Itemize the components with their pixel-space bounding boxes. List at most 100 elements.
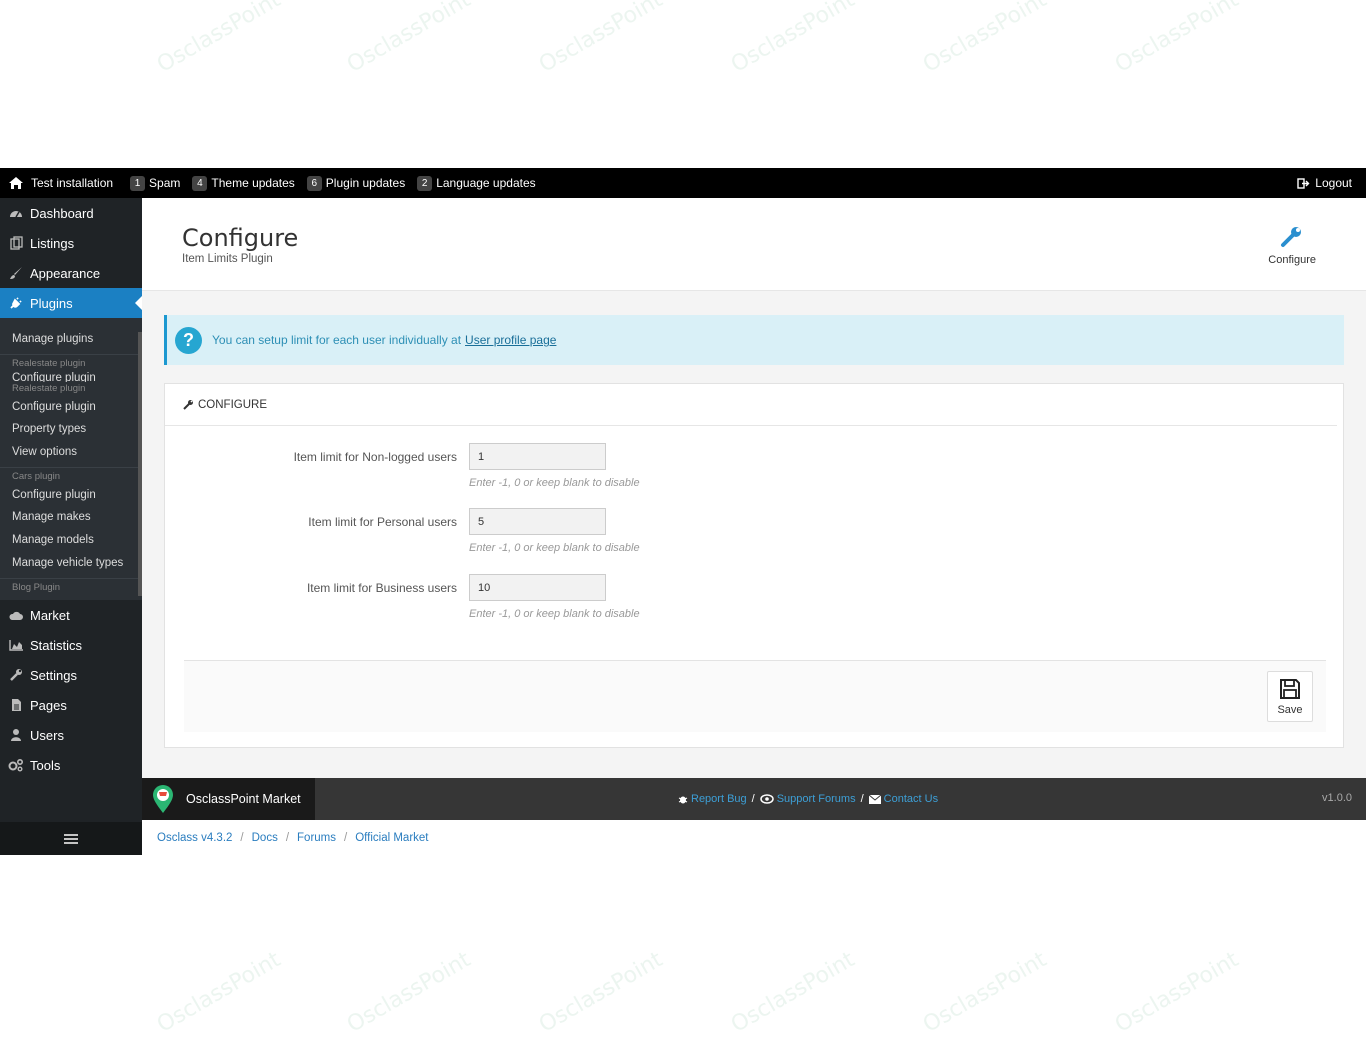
version-label: v1.0.0 (1322, 792, 1352, 804)
home-icon (9, 177, 23, 189)
submenu-manage-vehicle-types[interactable]: Manage vehicle types (0, 552, 142, 575)
footer-separator: / (751, 793, 755, 805)
question-icon: ? (175, 326, 202, 354)
sidebar-item-label: Users (30, 727, 64, 743)
wrench-icon (183, 400, 193, 410)
plugin-updates-badge: 6 (306, 175, 322, 191)
docs-link[interactable]: Docs (252, 832, 278, 844)
personal-limit-input[interactable] (469, 508, 606, 535)
sidebar-item-settings[interactable]: Settings (0, 660, 142, 690)
sidebar-item-plugins[interactable]: Plugins (0, 288, 142, 318)
sidebar-item-label: Market (30, 607, 70, 623)
report-bug-link[interactable]: Report Bug (678, 793, 747, 805)
tools-icon (8, 757, 24, 773)
sidebar-item-label: Settings (30, 667, 77, 683)
brush-icon (8, 265, 24, 281)
market-icon (8, 607, 24, 623)
submenu-group-cars: Cars plugin (12, 470, 61, 482)
contact-us-label: Contact Us (883, 793, 939, 805)
watermark: OsclassPoint (726, 947, 860, 1038)
footer-links: Report Bug / Support Forums / Contact Us (678, 778, 938, 820)
theme-updates-link[interactable]: 4 Theme updates (192, 175, 295, 191)
submenu-group-realestate: Realestate plugin (12, 357, 86, 369)
watermark: OsclassPoint (726, 0, 860, 78)
save-button[interactable]: Save (1267, 671, 1313, 722)
theme-updates-badge: 4 (192, 175, 208, 191)
business-limit-hint: Enter -1, 0 or keep blank to disable (469, 608, 640, 620)
sidebar-item-dashboard[interactable]: Dashboard (0, 198, 142, 228)
non-logged-limit-input[interactable] (469, 443, 606, 470)
save-icon (1280, 678, 1300, 699)
non-logged-limit-hint: Enter -1, 0 or keep blank to disable (469, 477, 640, 489)
admin-frame: Test installation 1 Spam 4 Theme updates… (0, 168, 1366, 855)
sidebar-item-users[interactable]: Users (0, 720, 142, 750)
watermark: OsclassPoint (918, 947, 1052, 1038)
sidebar-item-pages[interactable]: Pages (0, 690, 142, 720)
sidebar-item-statistics[interactable]: Statistics (0, 630, 142, 660)
plugins-submenu: Manage plugins Realestate plugin Configu… (0, 318, 142, 600)
home-link[interactable]: Test installation (8, 176, 113, 190)
official-market-link[interactable]: Official Market (355, 832, 428, 844)
support-forums-link[interactable]: Support Forums (759, 793, 856, 805)
bottom-separator: / (285, 832, 290, 844)
osclass-version-link[interactable]: Osclass v4.3.2 (157, 832, 232, 844)
alert-text: You can setup limit for each user indivi… (212, 333, 462, 347)
logout-link[interactable]: Logout (1297, 176, 1352, 190)
user-icon (8, 727, 24, 743)
theme-updates-label: Theme updates (211, 176, 295, 190)
form-row-business: Item limit for Business users Enter -1, … (165, 574, 1345, 634)
bottom-links: Osclass v4.3.2 / Docs / Forums / Officia… (157, 832, 429, 844)
sidebar-item-listings[interactable]: Listings (0, 228, 142, 258)
watermark: OsclassPoint (152, 0, 286, 78)
watermark: OsclassPoint (534, 947, 668, 1038)
user-profile-link[interactable]: User profile page (465, 333, 556, 347)
wrench-icon (1281, 227, 1302, 247)
collapse-menu-button[interactable] (0, 822, 142, 855)
forums-link[interactable]: Forums (297, 832, 336, 844)
sidebar-item-tools[interactable]: Tools (0, 750, 142, 780)
personal-limit-hint: Enter -1, 0 or keep blank to disable (469, 542, 640, 554)
submenu-view-options[interactable]: View options (0, 441, 142, 464)
sidebar-item-label: Pages (30, 697, 67, 713)
business-limit-input[interactable] (469, 574, 606, 601)
watermark: OsclassPoint (342, 0, 476, 78)
plug-icon (8, 295, 24, 311)
bottom-separator: / (240, 832, 244, 844)
plugin-updates-label: Plugin updates (325, 176, 406, 190)
contact-us-link[interactable]: Contact Us (868, 793, 939, 805)
sidebar-item-label: Statistics (30, 637, 83, 653)
language-updates-label: Language updates (436, 176, 536, 190)
sidebar: Dashboard Listings Appearance Plugins Ma… (0, 198, 142, 855)
configure-header-label: Configure (1268, 254, 1316, 266)
sidebar-item-appearance[interactable]: Appearance (0, 258, 142, 288)
page-header: Configure Item Limits Plugin Configure (142, 198, 1366, 291)
configure-header-button[interactable]: Configure (1268, 224, 1316, 266)
panel-heading: CONFIGURE (165, 384, 1337, 426)
market-brand-label: OsclassPoint Market (186, 792, 301, 806)
submenu-configure-plugin[interactable]: Configure plugin (0, 396, 142, 419)
main-content: Configure Item Limits Plugin Configure ?… (142, 198, 1366, 778)
logout-label: Logout (1315, 176, 1352, 190)
market-brand-link[interactable]: OsclassPoint Market (142, 778, 315, 820)
bottom-separator: / (344, 832, 348, 844)
language-updates-link[interactable]: 2 Language updates (417, 175, 536, 191)
sidebar-item-market[interactable]: Market (0, 600, 142, 630)
submenu-manage-models[interactable]: Manage models (0, 529, 142, 552)
envelope-icon (868, 794, 881, 804)
spam-link[interactable]: 1 Spam (130, 175, 181, 191)
support-forums-label: Support Forums (776, 793, 856, 805)
spam-label: Spam (149, 176, 181, 190)
save-label: Save (1277, 703, 1303, 716)
listings-icon (8, 235, 24, 251)
submenu-cars-configure[interactable]: Configure plugin (0, 484, 142, 507)
plugin-updates-link[interactable]: 6 Plugin updates (306, 175, 406, 191)
menu-icon (64, 833, 78, 844)
support-icon (759, 794, 774, 804)
submenu-property-types[interactable]: Property types (0, 418, 142, 441)
logout-icon (1297, 177, 1310, 189)
watermark: OsclassPoint (152, 947, 286, 1038)
submenu-manage-makes[interactable]: Manage makes (0, 506, 142, 529)
submenu-configure-plugin-partial[interactable]: Configure plugin (0, 371, 142, 382)
submenu-manage-plugins[interactable]: Manage plugins (0, 328, 142, 351)
submenu-group-blog: Blog Plugin (12, 581, 61, 593)
